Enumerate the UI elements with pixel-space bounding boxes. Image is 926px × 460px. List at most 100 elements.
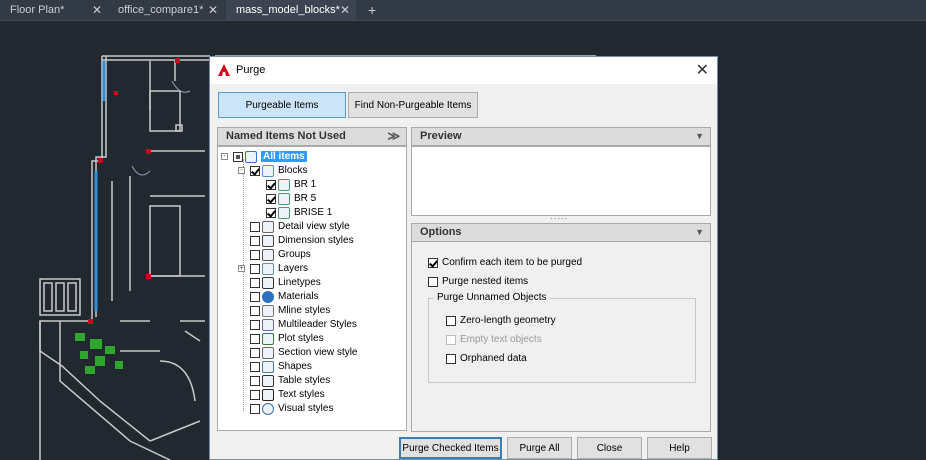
purge-all-button[interactable]: Purge All xyxy=(507,437,572,459)
group-label: Purge Unnamed Objects xyxy=(434,292,550,303)
shapes-icon xyxy=(262,361,274,373)
tree-checkbox[interactable] xyxy=(250,264,260,274)
block-icon xyxy=(278,193,290,205)
items-tree[interactable]: - All items - Blocks BR 1 BR 5 BRISE 1 Detail v… xyxy=(217,146,407,431)
section-view-icon xyxy=(262,347,274,359)
tree-item-label: Mline styles xyxy=(278,305,331,316)
autocad-logo-icon xyxy=(218,64,230,76)
tree-checkbox[interactable] xyxy=(250,292,260,302)
expand-icon[interactable]: + xyxy=(238,265,245,272)
options-pane: Confirm each item to be purged Purge nes… xyxy=(411,242,711,432)
tree-item-label: Text styles xyxy=(278,389,325,400)
checkbox-box[interactable] xyxy=(428,277,438,287)
button-label: Purge All xyxy=(519,442,560,454)
preview-header[interactable]: Preview ▼ xyxy=(411,127,711,146)
chevron-down-icon[interactable]: ▼ xyxy=(695,224,704,241)
tree-item[interactable]: - Blocks xyxy=(218,164,403,178)
close-icon[interactable]: ✕ xyxy=(696,60,709,80)
tree-checkbox[interactable] xyxy=(250,348,260,358)
tree-item[interactable]: Linetypes xyxy=(218,276,403,290)
purge-checked-items-button[interactable]: Purge Checked Items xyxy=(399,437,502,459)
purgeable-items-button[interactable]: Purgeable Items xyxy=(218,92,346,118)
close-icon[interactable]: ✕ xyxy=(92,0,102,20)
tab-label: mass_model_blocks* xyxy=(236,4,340,16)
tree-item[interactable]: + Layers xyxy=(218,262,403,276)
find-non-purgeable-items-button[interactable]: Find Non-Purgeable Items xyxy=(348,92,478,118)
tree-checkbox[interactable] xyxy=(250,390,260,400)
checkbox-box[interactable] xyxy=(446,354,456,364)
option-label: Purge nested items xyxy=(442,276,529,287)
help-button[interactable]: Help xyxy=(647,437,712,459)
tree-item[interactable]: Detail view style xyxy=(218,220,403,234)
named-items-header: Named Items Not Used ≫ xyxy=(217,127,407,146)
table-styles-icon xyxy=(262,375,274,387)
tree-item-label: Visual styles xyxy=(278,403,334,414)
tree-item[interactable]: Materials xyxy=(218,290,403,304)
tree-checkbox[interactable] xyxy=(250,278,260,288)
close-icon[interactable]: ✕ xyxy=(340,0,350,20)
new-tab-icon[interactable]: + xyxy=(368,0,376,20)
tree-checkbox[interactable] xyxy=(266,180,276,190)
splitter-grip-icon[interactable]: ····· xyxy=(550,214,568,223)
tree-checkbox[interactable] xyxy=(250,334,260,344)
tree-checkbox[interactable] xyxy=(233,152,243,162)
tree-item-label: Detail view style xyxy=(278,221,350,232)
plot-styles-icon xyxy=(262,333,274,345)
block-icon xyxy=(278,179,290,191)
tree-checkbox[interactable] xyxy=(250,306,260,316)
tree-item-label: Table styles xyxy=(278,375,331,386)
double-chevron-down-icon[interactable]: ≫ xyxy=(387,128,400,145)
tree-checkbox[interactable] xyxy=(250,236,260,246)
tree-item-label: Dimension styles xyxy=(278,235,354,246)
tree-item[interactable]: Dimension styles xyxy=(218,234,403,248)
tree-checkbox[interactable] xyxy=(250,362,260,372)
tab-mass-model-blocks[interactable]: mass_model_blocks* ✕ xyxy=(226,0,356,20)
tree-item-label: BR 5 xyxy=(294,193,317,204)
tree-item[interactable]: Groups xyxy=(218,248,403,262)
panel-header-label: Named Items Not Used xyxy=(226,130,346,142)
option-label: Orphaned data xyxy=(460,353,527,364)
tree-item[interactable]: Text styles xyxy=(218,388,403,402)
tree-item-label: Section view style xyxy=(278,347,358,358)
tree-checkbox[interactable] xyxy=(250,166,260,176)
tree-item[interactable]: Mline styles xyxy=(218,304,403,318)
tree-item[interactable]: Shapes xyxy=(218,360,403,374)
tree-checkbox[interactable] xyxy=(266,208,276,218)
tree-item[interactable]: BRISE 1 xyxy=(218,206,403,220)
tree-item[interactable]: Visual styles xyxy=(218,402,403,416)
option-label: Empty text objects xyxy=(460,334,542,345)
collapse-icon[interactable]: - xyxy=(221,153,228,160)
tree-item[interactable]: - All items xyxy=(218,150,403,164)
dialog-titlebar[interactable]: Purge ✕ xyxy=(210,57,717,84)
tab-office-compare1[interactable]: office_compare1* ✕ xyxy=(108,0,224,20)
checkbox-box[interactable] xyxy=(428,258,438,268)
purge-dialog: Purge ✕ Purgeable Items Find Non-Purgeab… xyxy=(209,56,718,460)
button-label: Find Non-Purgeable Items xyxy=(354,99,472,111)
tree-item-label: BR 1 xyxy=(294,179,317,190)
tree-checkbox[interactable] xyxy=(266,194,276,204)
tree-item[interactable]: Multileader Styles xyxy=(218,318,403,332)
tree-checkbox[interactable] xyxy=(250,376,260,386)
close-button[interactable]: Close xyxy=(577,437,642,459)
tree-item[interactable]: BR 1 xyxy=(218,178,403,192)
tree-item[interactable]: BR 5 xyxy=(218,192,403,206)
dialog-title: Purge xyxy=(236,64,266,76)
option-label: Zero-length geometry xyxy=(460,315,556,326)
options-header[interactable]: Options ▼ xyxy=(411,223,711,242)
option-label: Confirm each item to be purged xyxy=(442,257,583,268)
tree-item[interactable]: Table styles xyxy=(218,374,403,388)
tree-checkbox[interactable] xyxy=(250,222,260,232)
tree-checkbox[interactable] xyxy=(250,404,260,414)
tree-item-label: Linetypes xyxy=(278,277,321,288)
chevron-down-icon[interactable]: ▼ xyxy=(695,128,704,145)
tree-item[interactable]: Plot styles xyxy=(218,332,403,346)
tree-checkbox[interactable] xyxy=(250,250,260,260)
all-items-icon xyxy=(245,151,257,163)
tree-checkbox[interactable] xyxy=(250,320,260,330)
close-icon[interactable]: ✕ xyxy=(208,0,218,20)
tree-item[interactable]: Section view style xyxy=(218,346,403,360)
tab-floor-plan[interactable]: Floor Plan* ✕ xyxy=(0,0,108,20)
collapse-icon[interactable]: - xyxy=(238,167,245,174)
checkbox-box[interactable] xyxy=(446,316,456,326)
tab-label: Floor Plan* xyxy=(10,4,65,16)
